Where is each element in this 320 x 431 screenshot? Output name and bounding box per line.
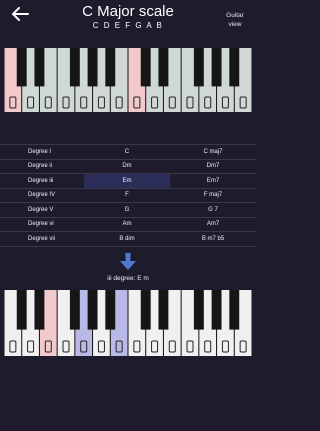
chord-row[interactable]: Degree ICC maj7 <box>0 144 256 159</box>
triad-cell: C <box>84 144 170 159</box>
black-key[interactable] <box>16 290 27 330</box>
black-key[interactable] <box>34 48 45 87</box>
black-key[interactable] <box>87 48 98 87</box>
seventh-cell: F maj7 <box>170 187 256 203</box>
black-key[interactable] <box>193 48 204 87</box>
triad-cell: G <box>84 202 170 217</box>
scale-keyboard <box>4 48 252 112</box>
degree-cell: Degree I <box>0 144 84 159</box>
down-arrow-icon <box>120 253 136 270</box>
scale-piano[interactable] <box>4 48 252 112</box>
chord-row[interactable]: Degree ii Dm Dm7 <box>0 158 256 174</box>
triad-cell: Am <box>84 216 170 232</box>
degree-cell: Degree IV <box>0 187 84 203</box>
triad-cell: F <box>84 187 170 203</box>
triad-cell: Dm <box>84 158 170 174</box>
black-key[interactable] <box>158 290 169 330</box>
black-key[interactable] <box>16 48 27 87</box>
black-key[interactable] <box>140 290 151 330</box>
seventh-cell: B m7 b5 <box>170 231 256 247</box>
chord-keyboard <box>4 290 252 356</box>
black-key[interactable] <box>69 290 80 330</box>
degree-cell: Degree ii <box>0 158 84 174</box>
page-title: C Major scale <box>82 3 174 20</box>
chord-row[interactable]: Degree iii Em Em7 <box>0 173 256 188</box>
seventh-cell: Am7 <box>170 216 256 232</box>
chord-piano[interactable] <box>4 290 252 356</box>
seventh-cell: G 7 <box>170 202 256 217</box>
seventh-cell: C maj7 <box>170 144 256 159</box>
black-key[interactable] <box>34 290 45 330</box>
black-key[interactable] <box>158 48 169 87</box>
black-key[interactable] <box>105 48 116 87</box>
black-key[interactable] <box>193 290 204 330</box>
chord-row[interactable]: Degree VGG 7 <box>0 202 256 217</box>
degree-cell: Degree vii <box>0 231 84 247</box>
degree-cell: Degree V <box>0 202 84 217</box>
black-key[interactable] <box>229 290 240 330</box>
degree-cell: Degree vi <box>0 216 84 232</box>
header: C Major scale C D E F G A B Guitar view <box>0 0 256 40</box>
chord-table: Degree ICC maj7 Degree ii Dm Dm7 Degree iii E… <box>0 144 256 247</box>
triad-cell: B dim <box>84 231 170 247</box>
black-key[interactable] <box>211 290 222 330</box>
scale-notes: C D E F G A B <box>92 21 164 30</box>
chord-row[interactable]: Degree vi Am Am7 <box>0 216 256 232</box>
black-key[interactable] <box>87 290 98 330</box>
triad-cell: Em <box>84 173 170 188</box>
guitar-view-button[interactable]: Guitar view <box>220 11 250 29</box>
black-key[interactable] <box>211 48 222 87</box>
black-key[interactable] <box>69 48 80 87</box>
chord-row[interactable]: Degree IV F F maj7 <box>0 187 256 203</box>
black-key[interactable] <box>105 290 116 330</box>
selected-chord-label: iii degree: E m <box>107 275 149 282</box>
chord-row[interactable]: Degree vii B dim B m7 b5 <box>0 231 256 247</box>
degree-cell: Degree iii <box>0 173 84 188</box>
seventh-cell: Em7 <box>170 173 256 188</box>
black-key[interactable] <box>229 48 240 87</box>
black-key[interactable] <box>140 48 151 87</box>
seventh-cell: Dm7 <box>170 158 256 174</box>
